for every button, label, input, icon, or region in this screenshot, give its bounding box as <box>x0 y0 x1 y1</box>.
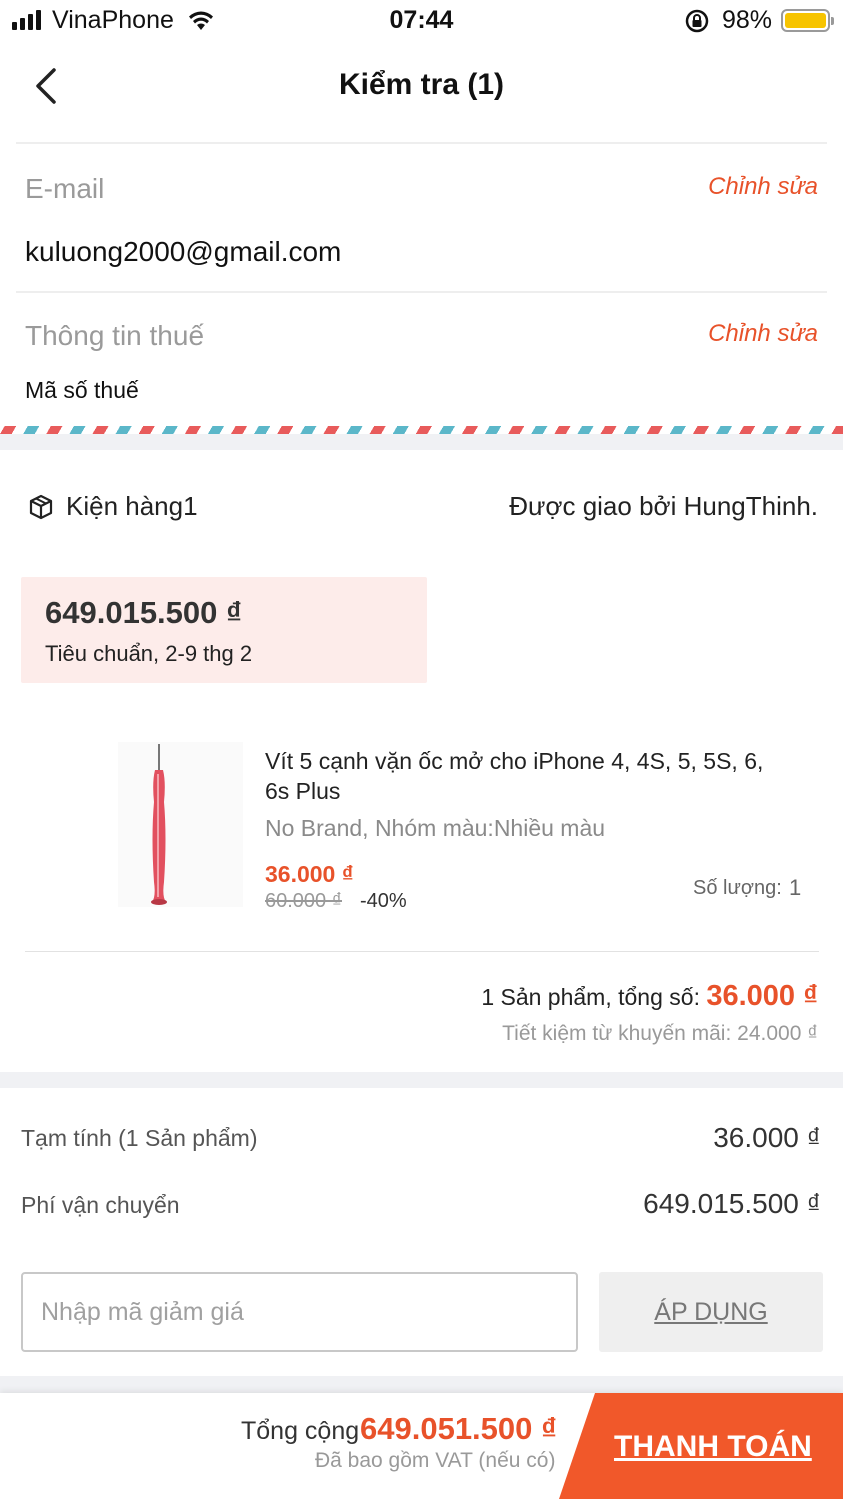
package-total: 36.000 ₫ <box>706 980 818 1012</box>
tax-info-label: Thông tin thuế <box>25 320 205 351</box>
product-image[interactable] <box>118 742 243 907</box>
shipping-fee-value: 649.015.500 ₫ <box>643 1188 821 1219</box>
tax-code-value: Mã số thuế <box>25 377 139 403</box>
battery-icon <box>781 9 834 32</box>
divider <box>25 951 819 952</box>
product-discount: -40% <box>360 890 407 912</box>
checkout-button-label[interactable]: THANH TOÁN <box>614 1430 812 1464</box>
subtotal-label: Tạm tính (1 Sản phẩm) <box>21 1125 258 1151</box>
divider <box>16 291 827 293</box>
airmail-divider <box>0 426 843 434</box>
shipping-fee-label: Phí vận chuyển <box>21 1192 180 1218</box>
delivered-by: Được giao bởi HungThinh. <box>509 491 818 521</box>
subtotal-value: 36.000 ₫ <box>713 1122 821 1153</box>
voucher-code-input[interactable] <box>21 1272 578 1352</box>
edit-tax-link[interactable]: Chỉnh sửa <box>708 320 818 348</box>
section-separator <box>0 434 843 450</box>
section-separator <box>0 1376 843 1393</box>
product-price: 36.000 ₫ <box>265 861 354 887</box>
product-original-price: 60.000 ₫ <box>265 890 342 912</box>
quantity-label: Số lượng: <box>693 877 782 899</box>
package-icon <box>29 494 53 520</box>
email-value: kuluong2000@gmail.com <box>25 236 342 267</box>
product-name[interactable]: Vít 5 cạnh vặn ốc mở cho iPhone 4, 4S, 5… <box>265 746 785 806</box>
screwdriver-image <box>151 744 167 905</box>
promo-savings: Tiết kiệm từ khuyến mãi: 24.000 ₫ <box>502 1022 818 1045</box>
status-bar: VinaPhone 07:44 98% <box>0 0 843 42</box>
clock: 07:44 <box>389 6 454 34</box>
edit-email-link[interactable]: Chỉnh sửa <box>708 173 818 201</box>
product-variant: No Brand, Nhóm màu:Nhiều màu <box>265 815 606 841</box>
quantity-value: 1 <box>789 875 802 900</box>
package-item-count: 1 Sản phẩm, tổng số: <box>481 984 700 1010</box>
package-title: Kiện hàng1 <box>66 491 198 521</box>
email-label: E-mail <box>25 173 105 204</box>
shipping-option-method: Tiêu chuẩn, 2-9 thg 2 <box>45 641 253 666</box>
grand-total-label: Tổng cộng <box>241 1417 360 1445</box>
divider <box>16 142 827 144</box>
vat-note: Đã bao gồm VAT (nếu có) <box>315 1449 556 1472</box>
apply-voucher-button[interactable]: ÁP DỤNG <box>599 1272 823 1352</box>
grand-total-value: 649.051.500 ₫ <box>360 1411 557 1446</box>
shipping-option-price: 649.015.500 ₫ <box>45 595 242 630</box>
page-title: Kiểm tra (1) <box>338 68 505 101</box>
section-separator <box>0 1072 843 1088</box>
shipping-option-card[interactable]: 649.015.500 ₫ Tiêu chuẩn, 2-9 thg 2 <box>21 577 427 683</box>
package-total-line: 1 Sản phẩm, tổng số: 36.000 ₫ <box>481 980 818 1013</box>
rotation-lock-icon <box>685 9 709 33</box>
battery-percent: 98% <box>722 6 773 34</box>
